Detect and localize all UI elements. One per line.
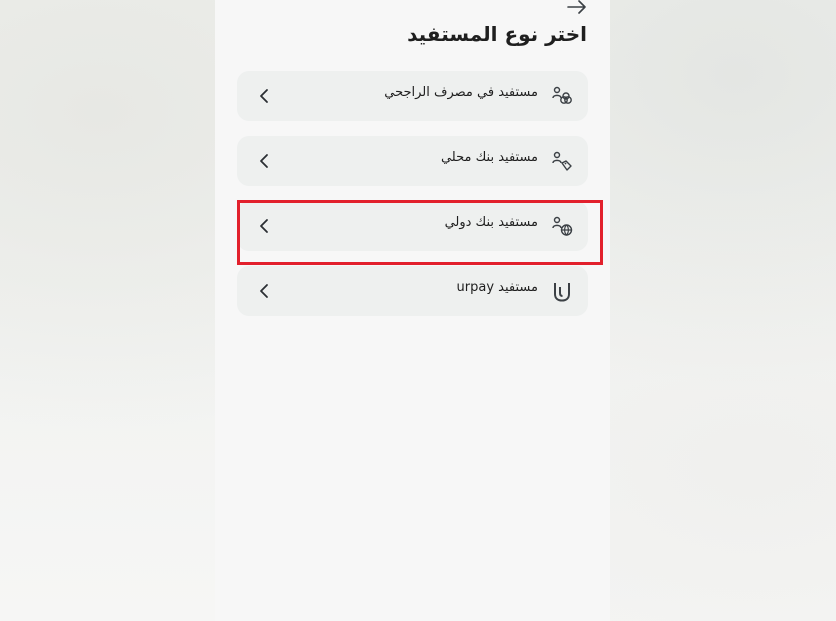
user-globe-icon (550, 214, 574, 238)
chevron-left-icon (255, 216, 273, 236)
option-local-bank-beneficiary[interactable]: مستفيد بنك محلي (237, 136, 588, 186)
users-link-icon (550, 84, 574, 108)
option-label: مستفيد urpay (456, 280, 538, 295)
mobile-screen: اختر نوع المستفيد مستفيد في مصرف الراجحي (215, 0, 610, 621)
user-tag-icon (550, 149, 574, 173)
chevron-left-icon (255, 281, 273, 301)
option-international-bank-beneficiary[interactable]: مستفيد بنك دولي (237, 201, 588, 251)
option-label: مستفيد في مصرف الراجحي (384, 85, 538, 100)
option-label: مستفيد بنك محلي (440, 150, 538, 165)
arrow-right-icon (567, 0, 587, 18)
option-alrajhi-beneficiary[interactable]: مستفيد في مصرف الراجحي (237, 71, 588, 121)
chevron-left-icon (255, 86, 273, 106)
urpay-logo-icon (550, 279, 574, 303)
back-button[interactable] (563, 0, 591, 16)
page-title: اختر نوع المستفيد (407, 22, 587, 46)
chevron-left-icon (255, 151, 273, 171)
option-label: مستفيد بنك دولي (444, 215, 538, 230)
option-urpay-beneficiary[interactable]: مستفيد urpay (237, 266, 588, 316)
